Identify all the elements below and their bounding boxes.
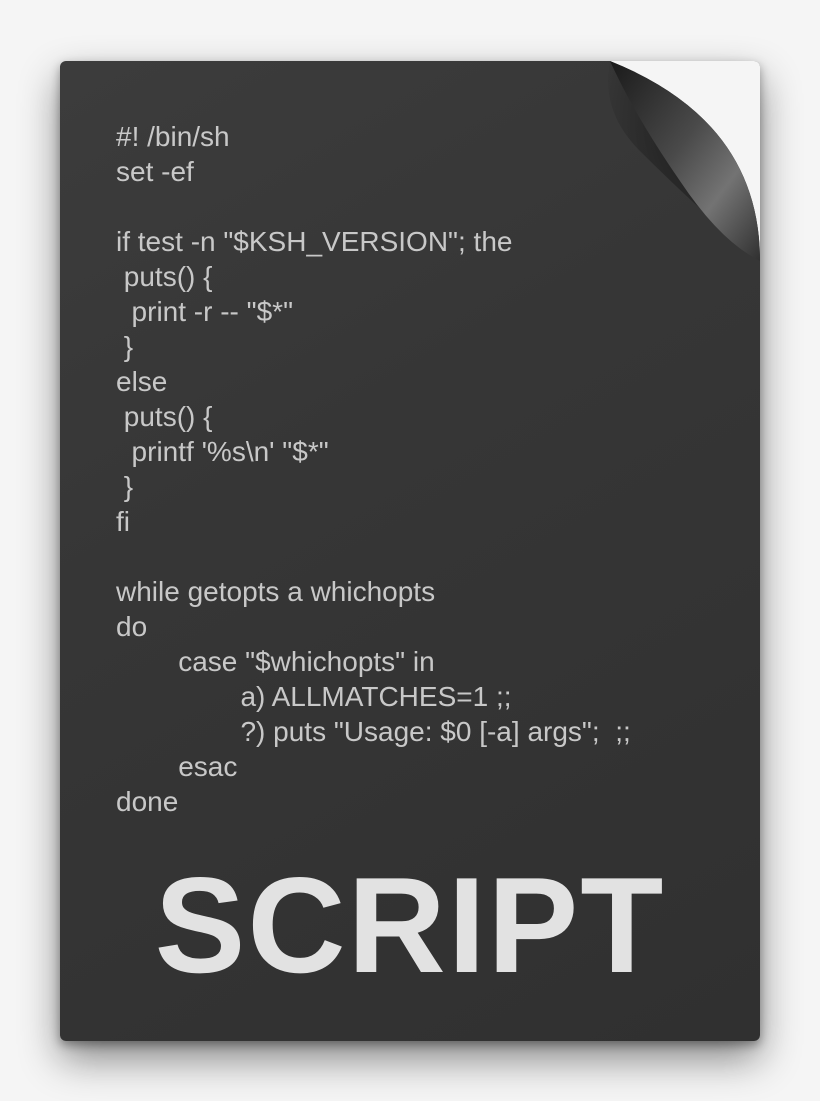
- file-type-label: SCRIPT: [60, 847, 760, 1003]
- script-file-icon: #! /bin/sh set -ef if test -n "$KSH_VERS…: [60, 61, 760, 1041]
- script-code-preview: #! /bin/sh set -ef if test -n "$KSH_VERS…: [116, 119, 730, 819]
